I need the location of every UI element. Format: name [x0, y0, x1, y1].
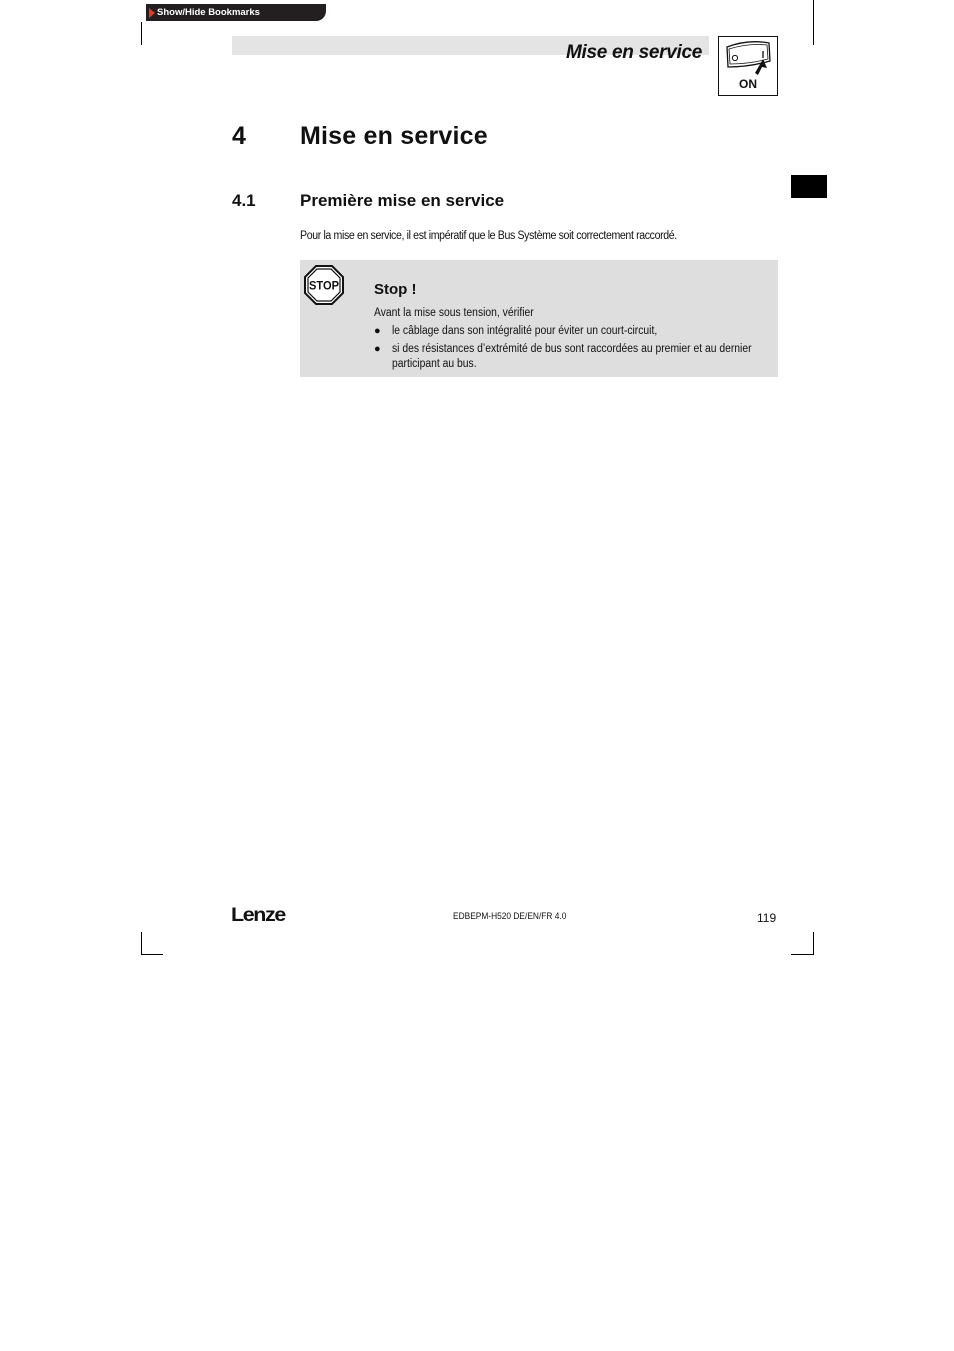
- stop-sign-text: STOP: [309, 279, 339, 293]
- page-number: 119: [757, 911, 777, 925]
- stop-list-item: si des résistances d’extrémité de bus so…: [392, 343, 752, 370]
- crop-mark-bottom-left-h: [141, 954, 163, 955]
- lenze-logo: Lenze: [231, 902, 287, 926]
- crop-mark-bottom-right-v: [813, 932, 814, 955]
- bookmarks-label: Show/Hide Bookmarks: [157, 7, 260, 18]
- chapter-thumb-tab: [791, 175, 827, 198]
- chapter-title: Mise en service: [300, 122, 488, 150]
- stop-list-item: le câblage dans son intégralité pour évi…: [392, 325, 658, 337]
- section-number: 4.1: [232, 191, 256, 210]
- header-title: Mise en service: [566, 42, 702, 63]
- stop-sign-icon: STOP: [304, 265, 344, 305]
- logo-text: Lenze: [231, 905, 286, 926]
- bullet-icon: ●: [374, 343, 381, 355]
- document-reference: EDBEPM-H520 DE/EN/FR 4.0: [453, 911, 567, 922]
- on-label: ON: [739, 77, 757, 91]
- stop-title: Stop !: [374, 281, 417, 298]
- crop-mark-top-left: [141, 22, 142, 45]
- crop-mark-bottom-left-v: [141, 932, 142, 955]
- stop-lead-text: Avant la mise sous tension, vérifier: [374, 307, 534, 319]
- crop-mark-bottom-right-h: [791, 954, 814, 955]
- crop-mark-top-right: [813, 0, 814, 45]
- chapter-number: 4: [232, 122, 246, 150]
- show-hide-bookmarks-button[interactable]: Show/Hide Bookmarks: [146, 4, 326, 21]
- intro-paragraph: Pour la mise en service, il est impérati…: [300, 230, 677, 242]
- bullet-icon: ●: [374, 325, 381, 337]
- triangle-right-icon: [149, 8, 155, 18]
- section-title: Première mise en service: [300, 191, 505, 210]
